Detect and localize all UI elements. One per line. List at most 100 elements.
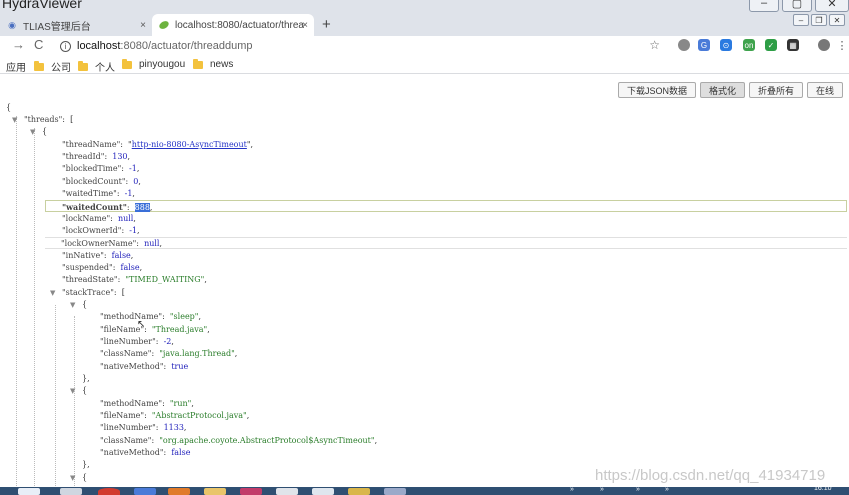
bookmark-star-icon[interactable]: ☆ bbox=[649, 38, 660, 52]
bookmark-folder-news[interactable]: news bbox=[193, 58, 233, 70]
json-lockOwnerId-line: "lockOwnerId": -1, bbox=[62, 226, 140, 235]
online-button[interactable]: 在线 bbox=[806, 82, 843, 98]
indent-guide bbox=[74, 316, 75, 486]
json-frame-close: }, bbox=[82, 460, 90, 469]
json-lineNumber-line: "lineNumber": 1133, bbox=[100, 423, 187, 432]
tab-tlias[interactable]: ◉ TLIAS管理后台 × bbox=[0, 14, 152, 36]
taskbar-overflow-icon[interactable]: » bbox=[600, 486, 604, 493]
json-frame-open: { bbox=[82, 386, 88, 395]
indent-guide bbox=[34, 128, 35, 486]
browser-toolbar: → C i localhost :8080/actuator/threaddum… bbox=[0, 36, 849, 56]
taskbar-overflow-icon[interactable]: » bbox=[570, 486, 574, 493]
profile-icon[interactable] bbox=[818, 39, 830, 51]
qr-code-icon[interactable]: ▦ bbox=[787, 39, 799, 51]
taskbar-app-icon[interactable] bbox=[60, 488, 82, 495]
taskbar-overflow-icon[interactable]: » bbox=[665, 486, 669, 493]
thread-name-link[interactable]: http-nio-8080-AsyncTimeout bbox=[132, 140, 247, 149]
bookmark-label: 个人 bbox=[95, 63, 115, 74]
close-tab-icon[interactable]: × bbox=[140, 20, 146, 31]
forward-button[interactable]: → bbox=[12, 37, 25, 52]
bookmark-folder-pinyougou[interactable]: pinyougou bbox=[122, 58, 186, 70]
bookmark-apps[interactable]: 应用 bbox=[6, 59, 26, 74]
reload-button[interactable]: C bbox=[34, 37, 43, 52]
format-button[interactable]: 格式化 bbox=[699, 82, 745, 98]
bookmark-label: pinyougou bbox=[139, 59, 186, 70]
collapse-toggle-icon[interactable]: ▼ bbox=[12, 114, 20, 126]
taskbar-app-icon[interactable] bbox=[348, 488, 370, 495]
json-blockedTime-line: "blockedTime": -1, bbox=[62, 164, 140, 173]
os-taskbar: » » » » 16:10 bbox=[0, 485, 849, 495]
shield-extension-icon[interactable]: ✓ bbox=[765, 39, 777, 51]
url-path: :8080/actuator/threaddump bbox=[120, 40, 253, 52]
bookmarks-bar: 应用 公司 个人 pinyougou news bbox=[0, 57, 849, 74]
mouse-cursor-icon: ↖ bbox=[137, 319, 146, 330]
json-fileName-line: "fileName": "AbstractProtocol.java", bbox=[100, 411, 250, 420]
collapse-toggle-icon[interactable]: ▼ bbox=[50, 287, 58, 299]
taskbar-app-icon[interactable] bbox=[276, 488, 298, 495]
taskbar-app-icon[interactable] bbox=[134, 488, 156, 495]
new-tab-button[interactable]: + bbox=[322, 16, 331, 33]
bookmark-folder-company[interactable]: 公司 bbox=[34, 59, 71, 74]
collapse-toggle-icon[interactable]: ▼ bbox=[70, 299, 78, 311]
json-viewer-page: 下载JSON数据 格式化 折叠所有 在线 { ▼ "threads": [ ▼ … bbox=[0, 75, 849, 487]
taskbar-overflow-icon[interactable]: » bbox=[636, 486, 640, 493]
collapse-toggle-icon[interactable]: ▼ bbox=[30, 126, 38, 138]
taskbar-clock[interactable]: 16:10 bbox=[814, 485, 832, 492]
address-bar[interactable]: i localhost :8080/actuator/threaddump ☆ bbox=[54, 36, 666, 56]
inner-minimize-button[interactable]: – bbox=[793, 14, 809, 26]
close-tab-icon[interactable]: × bbox=[302, 20, 308, 31]
json-frame-close: }, bbox=[82, 374, 90, 383]
json-methodName-line: "methodName": "run", bbox=[100, 399, 194, 408]
inner-close-button[interactable]: ✕ bbox=[829, 14, 845, 26]
url-host: localhost bbox=[77, 40, 121, 52]
translate-extension-icon[interactable]: G bbox=[698, 39, 710, 51]
indent-guide bbox=[55, 305, 56, 486]
minimize-button[interactable]: – bbox=[749, 0, 779, 12]
json-waitedCount-line: "waitedCount": 888, bbox=[45, 200, 847, 212]
spring-leaf-icon bbox=[158, 19, 170, 31]
extension-blue-icon[interactable]: ⊙ bbox=[720, 39, 732, 51]
download-json-button[interactable]: 下载JSON数据 bbox=[617, 82, 696, 98]
inner-window-controls: – ❐ ✕ bbox=[793, 14, 845, 26]
close-window-button[interactable]: ✕ bbox=[815, 0, 849, 12]
taskbar-app-icon[interactable] bbox=[204, 488, 226, 495]
extension-circle-icon[interactable] bbox=[678, 39, 690, 51]
folder-icon bbox=[193, 58, 203, 69]
inner-restore-button[interactable]: ❐ bbox=[811, 14, 827, 26]
json-methodName-line: "methodName": "sleep", bbox=[100, 312, 202, 321]
window-controls: – ▢ ✕ bbox=[749, 0, 849, 12]
taskbar-app-icon[interactable] bbox=[98, 488, 120, 495]
tab-strip: ◉ TLIAS管理后台 × localhost:8080/actuator/th… bbox=[0, 14, 849, 36]
collapse-all-button[interactable]: 折叠所有 bbox=[748, 82, 803, 98]
site-info-icon[interactable]: i bbox=[60, 40, 71, 52]
bookmark-folder-personal[interactable]: 个人 bbox=[78, 59, 115, 74]
taskbar-app-icon[interactable] bbox=[384, 488, 406, 495]
folder-icon bbox=[78, 60, 88, 71]
menu-kebab-icon[interactable]: ⋮ bbox=[836, 39, 848, 52]
selected-value[interactable]: 888 bbox=[134, 203, 150, 212]
folder-icon bbox=[34, 60, 44, 71]
json-threads-line: "threads": [ bbox=[24, 115, 74, 124]
collapse-toggle-icon[interactable]: ▼ bbox=[70, 472, 78, 484]
json-stackTrace-line: "stackTrace": [ bbox=[62, 288, 125, 297]
folder-icon bbox=[122, 58, 132, 69]
json-lineNumber-line: "lineNumber": -2, bbox=[100, 337, 174, 346]
taskbar-app-icon[interactable] bbox=[240, 488, 262, 495]
taskbar-app-icon[interactable] bbox=[168, 488, 190, 495]
json-frame-open: { bbox=[82, 300, 88, 309]
window-titlebar: HydraViewer – ▢ ✕ bbox=[0, 0, 849, 14]
taskbar-app-icon[interactable] bbox=[312, 488, 334, 495]
bookmark-label: 应用 bbox=[6, 63, 26, 74]
json-suspended-line: "suspended": false, bbox=[62, 263, 143, 272]
extension-on-icon[interactable]: on bbox=[743, 39, 755, 51]
maximize-button[interactable]: ▢ bbox=[782, 0, 812, 12]
json-root-open: { bbox=[6, 103, 12, 112]
collapse-toggle-icon[interactable]: ▼ bbox=[70, 385, 78, 397]
json-threadState-line: "threadState": "TIMED_WAITING", bbox=[62, 275, 207, 284]
json-viewer-toolbar: 下载JSON数据 格式化 折叠所有 在线 bbox=[617, 82, 843, 98]
bookmark-label: 公司 bbox=[51, 63, 71, 74]
taskbar-app-icon[interactable] bbox=[18, 488, 40, 495]
json-nativeMethod-line: "nativeMethod": false bbox=[100, 448, 191, 457]
window-title: HydraViewer bbox=[2, 0, 82, 11]
tab-threaddump[interactable]: localhost:8080/actuator/threa × bbox=[152, 14, 314, 36]
